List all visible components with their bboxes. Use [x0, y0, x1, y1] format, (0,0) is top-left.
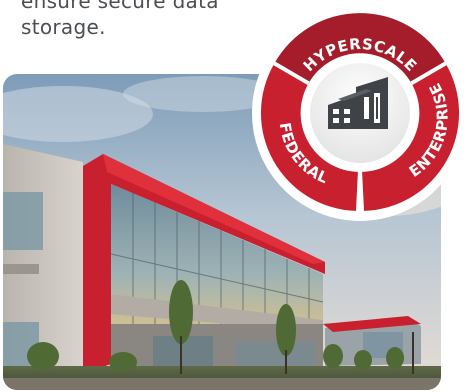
page: ensure secure data storage. HYPERSCALE E…: [0, 0, 468, 392]
market-segments-badge: HYPERSCALE ENTERPRISE FEDERAL: [252, 5, 468, 221]
intro-text: ensure secure data storage.: [21, 0, 219, 39]
